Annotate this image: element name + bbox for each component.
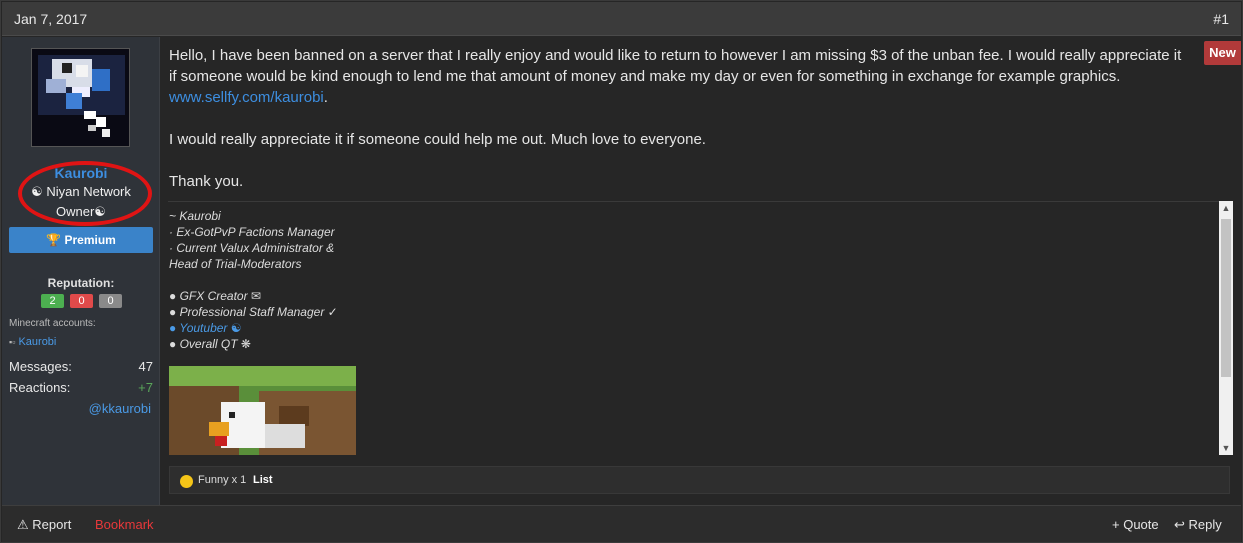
message-paragraph-3: Thank you. bbox=[169, 173, 244, 190]
minecraft-account-name: Kaurobi bbox=[18, 336, 57, 348]
user-title-role: Owner☯ bbox=[56, 204, 106, 219]
signature-line: ~ Kaurobi bbox=[169, 209, 221, 223]
reply-label: Reply bbox=[1188, 517, 1222, 532]
signature-text: ~ Kaurobi · Ex-GotPvP Factions Manager ·… bbox=[169, 208, 338, 352]
signature: ~ Kaurobi · Ex-GotPvP Factions Manager ·… bbox=[168, 201, 1230, 455]
minecraft-account-link[interactable]: ▪▫ Kaurobi bbox=[9, 336, 56, 348]
forum-post: Jan 7, 2017 #1 Kaurobi ☯ Niyan Network O… bbox=[0, 0, 1243, 543]
rep-negative-badge: 0 bbox=[70, 294, 93, 308]
signature-banner-image bbox=[169, 366, 356, 455]
scroll-down-icon[interactable]: ▼ bbox=[1219, 441, 1233, 455]
new-badge: New bbox=[1204, 41, 1241, 65]
rep-neutral-badge: 0 bbox=[99, 294, 122, 308]
minecraft-head-icon: ▪▫ bbox=[9, 337, 16, 347]
message-body: Hello, I have been banned on a server th… bbox=[169, 45, 1189, 213]
avatar-image bbox=[32, 49, 129, 146]
quote-button[interactable]: + Quote bbox=[1112, 517, 1159, 532]
message-paragraph-1: Hello, I have been banned on a server th… bbox=[169, 45, 1189, 108]
signature-spacer bbox=[169, 272, 338, 288]
message-text-1: Hello, I have been banned on a server th… bbox=[169, 47, 1182, 85]
signature-line: ● GFX Creator ✉ bbox=[169, 289, 261, 303]
messages-stat: Messages: 47 bbox=[9, 359, 153, 374]
post-header: Jan 7, 2017 #1 bbox=[2, 2, 1241, 36]
reactions-bar: Funny x 1 List bbox=[169, 466, 1230, 494]
signature-line: · Ex-GotPvP Factions Manager bbox=[169, 225, 335, 239]
reactions-label: Reactions: bbox=[9, 380, 71, 395]
messages-value: 47 bbox=[138, 359, 153, 374]
report-label: Report bbox=[32, 517, 72, 532]
post-content: Hello, I have been banned on a server th… bbox=[161, 37, 1241, 505]
bookmark-button[interactable]: Bookmark bbox=[95, 517, 154, 532]
premium-label: Premium bbox=[64, 233, 116, 247]
funny-emoji-icon bbox=[180, 475, 193, 488]
post-number[interactable]: #1 bbox=[1213, 11, 1229, 27]
premium-banner[interactable]: 🏆 Premium bbox=[9, 227, 153, 253]
scroll-up-icon[interactable]: ▲ bbox=[1219, 201, 1233, 215]
scroll-thumb[interactable] bbox=[1221, 219, 1231, 377]
message-period: . bbox=[323, 89, 328, 106]
reply-arrow-icon: ↩ bbox=[1174, 517, 1185, 532]
warning-icon: ⚠ bbox=[17, 517, 29, 532]
signature-line: ● Professional Staff Manager ✓ bbox=[169, 305, 338, 319]
reactions-value: +7 bbox=[138, 380, 153, 395]
signature-scrollbar[interactable]: ▲ ▼ bbox=[1219, 201, 1233, 455]
signature-line: ● Overall QT ❋ bbox=[169, 337, 251, 351]
reaction-list-link[interactable]: List bbox=[253, 474, 273, 486]
reply-button[interactable]: ↩ Reply bbox=[1174, 517, 1222, 533]
post-date[interactable]: Jan 7, 2017 bbox=[14, 11, 87, 27]
user-title-network: ☯ Niyan Network bbox=[31, 184, 131, 199]
signature-line: · Current Valux Administrator & bbox=[169, 241, 335, 255]
trophy-icon: 🏆 bbox=[46, 233, 62, 247]
message-paragraph-2: I would really appreciate it if someone … bbox=[169, 131, 706, 148]
report-button[interactable]: ⚠ Report bbox=[17, 517, 71, 533]
messages-label: Messages: bbox=[9, 359, 72, 374]
post-footer: ⚠ Report Bookmark + Quote ↩ Reply bbox=[2, 505, 1241, 542]
reputation-label: Reputation: bbox=[47, 276, 115, 290]
sellfy-link[interactable]: www.sellfy.com/kaurobi bbox=[169, 89, 324, 106]
minecraft-accounts-label: Minecraft accounts: bbox=[9, 318, 96, 329]
signature-line: Head of Trial-Moderators bbox=[169, 257, 302, 271]
reaction-summary: Funny x 1 bbox=[198, 474, 247, 486]
reputation-counts: 2 0 0 bbox=[41, 294, 122, 308]
author-sidebar: Kaurobi ☯ Niyan Network Owner☯ 🏆 Premium… bbox=[2, 37, 160, 505]
avatar[interactable] bbox=[31, 48, 130, 147]
user-handle-link[interactable]: @kkaurobi bbox=[89, 401, 151, 416]
youtuber-link[interactable]: ● Youtuber ☯ bbox=[169, 320, 338, 336]
username[interactable]: Kaurobi bbox=[2, 165, 160, 181]
reactions-stat: Reactions: +7 bbox=[9, 380, 153, 395]
rep-positive-badge: 2 bbox=[41, 294, 64, 308]
